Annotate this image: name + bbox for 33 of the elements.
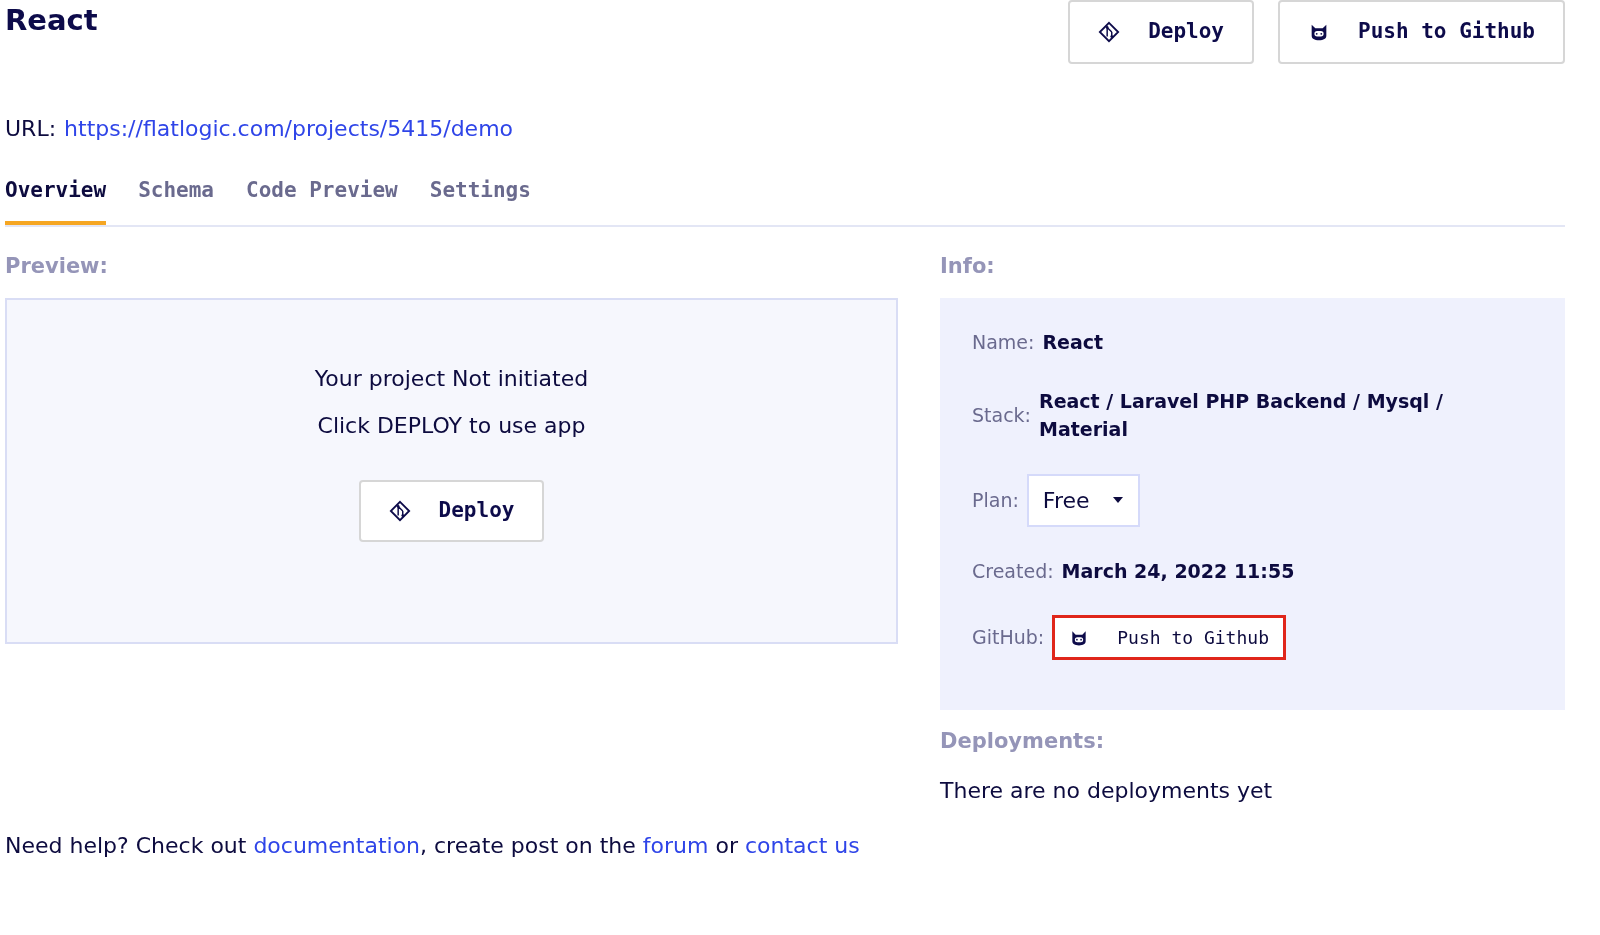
deploy-button[interactable]: Deploy	[358, 480, 545, 542]
url-link[interactable]: https://flatlogic.com/projects/5415/demo	[64, 112, 514, 145]
url-label: URL:	[5, 115, 57, 143]
info-label: Plan:	[972, 487, 1019, 513]
tab[interactable]: Settings	[429, 169, 531, 225]
section-heading: Deployments:	[940, 728, 1106, 755]
push-button[interactable]: Push to Github	[1278, 0, 1565, 64]
section-heading: Info:	[940, 252, 996, 280]
preview-message: Your project Not initiated	[314, 365, 589, 393]
info-label: Stack:	[972, 402, 1031, 428]
help-link[interactable]: contact us	[745, 833, 860, 858]
push-button[interactable]: Push to Github	[1052, 615, 1286, 660]
plan-select[interactable]: Free	[1026, 473, 1140, 527]
empty-message: There are no deployments yet	[940, 776, 1274, 805]
deploy-button[interactable]: Deploy	[1068, 0, 1254, 64]
info-label: Name:	[972, 330, 1035, 355]
caret-icon	[1111, 496, 1124, 504]
git-diamond-icon	[388, 500, 411, 522]
info-value: React / Laravel PHP Backend / Mysql / Material	[1039, 388, 1444, 442]
tab[interactable]: Schema	[138, 169, 214, 225]
preview-message: Click DEPLOY to use app	[317, 412, 586, 440]
tab[interactable]: Overview	[5, 169, 107, 225]
tab[interactable]: Code Preview	[246, 169, 398, 225]
help-text: Need help? Check out documentation, create post on the forum or contact us	[5, 832, 861, 860]
info-label: Created:	[972, 558, 1054, 584]
section-heading: Preview:	[5, 252, 109, 280]
info-value: March 24, 2022 11:55	[1061, 558, 1295, 584]
git-diamond-icon	[1098, 21, 1121, 43]
page-title: React	[5, 6, 98, 35]
info-label: GitHub:	[972, 625, 1045, 651]
help-link[interactable]: documentation	[253, 833, 421, 858]
info-value: React	[1042, 330, 1104, 355]
help-link[interactable]: forum	[642, 833, 709, 858]
